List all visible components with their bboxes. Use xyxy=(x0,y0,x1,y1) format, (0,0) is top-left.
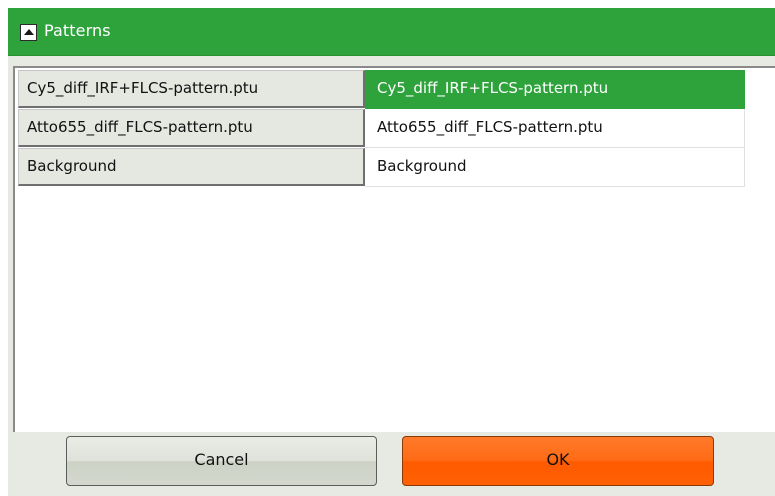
pattern-value-cell[interactable]: Background xyxy=(365,148,745,187)
pattern-name-cell[interactable]: Cy5_diff_IRF+FLCS-pattern.ptu xyxy=(18,70,365,108)
cancel-button[interactable]: Cancel xyxy=(66,436,377,486)
pattern-value-cell[interactable]: Atto655_diff_FLCS-pattern.ptu xyxy=(365,109,745,148)
pattern-name-cell[interactable]: Atto655_diff_FLCS-pattern.ptu xyxy=(18,109,365,147)
ok-button[interactable]: OK xyxy=(402,436,714,486)
pattern-row-background[interactable]: Background Background xyxy=(18,148,746,187)
titlebar: Patterns xyxy=(8,8,775,56)
pattern-value-cell-selected[interactable]: Cy5_diff_IRF+FLCS-pattern.ptu xyxy=(365,70,745,109)
collapse-button[interactable] xyxy=(20,24,37,41)
pattern-row-atto655[interactable]: Atto655_diff_FLCS-pattern.ptu Atto655_di… xyxy=(18,109,746,148)
patterns-dialog: Patterns Cy5_diff_IRF+FLCS-pattern.ptu C… xyxy=(0,0,775,496)
dialog-title: Patterns xyxy=(44,21,111,40)
collapse-up-triangle-icon xyxy=(24,29,34,35)
pattern-row-cy5[interactable]: Cy5_diff_IRF+FLCS-pattern.ptu Cy5_diff_I… xyxy=(18,70,746,109)
pattern-name-cell[interactable]: Background xyxy=(18,148,365,186)
